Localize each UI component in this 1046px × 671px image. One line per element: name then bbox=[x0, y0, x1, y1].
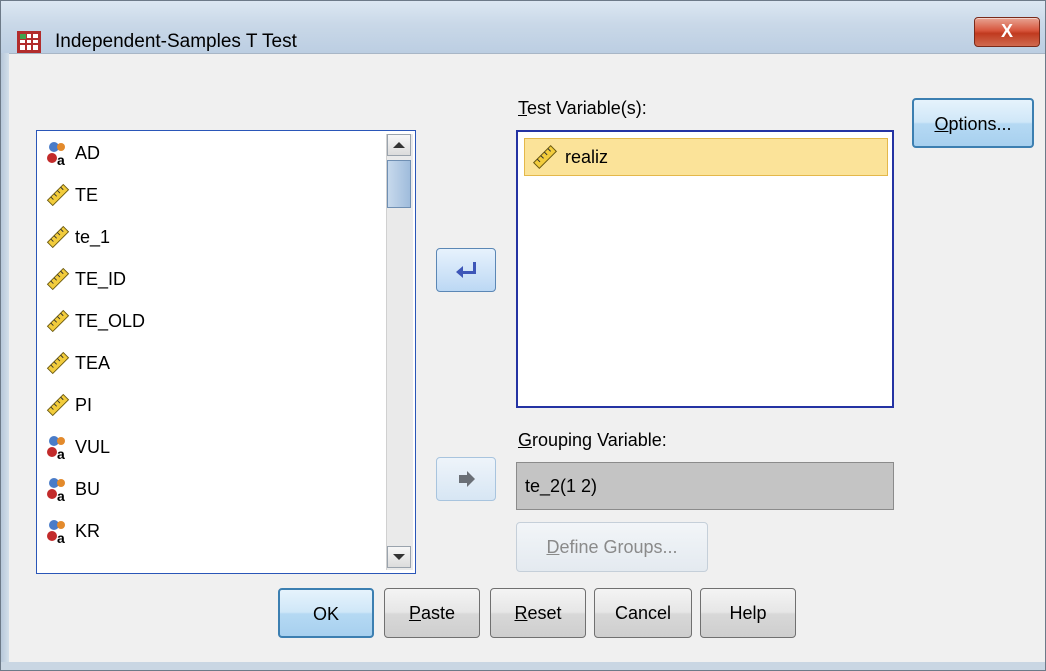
options-button[interactable]: Options... bbox=[912, 98, 1034, 148]
source-variable-label: TE_ID bbox=[75, 268, 127, 289]
source-variable-label: PI bbox=[75, 394, 93, 415]
nominal-variable-icon: a bbox=[45, 140, 71, 168]
source-variable-item[interactable]: a KR bbox=[45, 511, 100, 551]
scroll-down-button[interactable] bbox=[387, 546, 411, 568]
window-frame-left bbox=[1, 53, 9, 670]
scale-ruler-icon bbox=[45, 266, 71, 292]
scroll-thumb[interactable] bbox=[387, 160, 411, 208]
move-to-grouping-variable-button[interactable] bbox=[436, 457, 496, 501]
test-variable-label: realiz bbox=[565, 146, 609, 167]
source-variable-item[interactable]: a BU bbox=[45, 469, 100, 509]
nominal-variable-icon: a bbox=[45, 476, 71, 504]
define-groups-button[interactable]: Define Groups... bbox=[516, 522, 708, 572]
source-variable-item[interactable]: PI bbox=[45, 385, 92, 425]
nominal-variable-icon: a bbox=[45, 434, 71, 462]
scroll-up-button[interactable] bbox=[387, 134, 411, 156]
cancel-button[interactable]: Cancel bbox=[594, 588, 692, 638]
test-variables-list[interactable]: realiz bbox=[516, 130, 894, 408]
title-bar[interactable]: Independent-Samples T Test X bbox=[1, 1, 1045, 54]
scale-ruler-icon bbox=[45, 392, 71, 418]
svg-text:a: a bbox=[57, 446, 65, 460]
source-variable-item[interactable]: TEA bbox=[45, 343, 110, 383]
source-variable-list[interactable]: a AD TE te_1 TE_ID TE_OLD TEA PI a VUL a BU a KR bbox=[36, 130, 416, 574]
svg-text:a: a bbox=[57, 488, 65, 502]
source-variable-item[interactable]: TE bbox=[45, 175, 98, 215]
source-variable-label: VUL bbox=[75, 436, 111, 457]
move-right-arrow-icon bbox=[459, 471, 475, 487]
scale-ruler-icon bbox=[45, 308, 71, 334]
window-title: Independent-Samples T Test bbox=[55, 31, 297, 52]
paste-button[interactable]: Paste bbox=[384, 588, 480, 638]
spss-dialog-icon bbox=[17, 31, 41, 53]
grouping-variable-label: Grouping Variable: bbox=[518, 430, 667, 450]
source-variable-label: TEA bbox=[75, 352, 111, 373]
source-variable-item[interactable]: TE_OLD bbox=[45, 301, 145, 341]
nominal-variable-icon: a bbox=[45, 518, 71, 546]
test-variable-item[interactable]: realiz bbox=[524, 138, 888, 176]
source-list-scrollbar[interactable] bbox=[386, 134, 413, 570]
grouping-variable-field[interactable]: te_2(1 2) bbox=[516, 462, 894, 510]
source-variable-label: TE bbox=[75, 184, 99, 205]
move-left-arrow-icon bbox=[456, 262, 476, 278]
test-variables-label: Test Variable(s): bbox=[518, 98, 647, 118]
move-to-test-variables-button[interactable] bbox=[436, 248, 496, 292]
ok-button[interactable]: OK bbox=[278, 588, 374, 638]
svg-text:a: a bbox=[57, 152, 65, 166]
source-variable-label: AD bbox=[75, 142, 101, 163]
source-variable-label: KR bbox=[75, 520, 101, 541]
close-button[interactable]: X bbox=[974, 17, 1040, 47]
source-variable-item[interactable]: TE_ID bbox=[45, 259, 126, 299]
reset-button[interactable]: Reset bbox=[490, 588, 586, 638]
scale-ruler-icon bbox=[45, 182, 71, 208]
source-variable-label: te_1 bbox=[75, 226, 111, 247]
scale-ruler-icon bbox=[532, 144, 558, 170]
source-variable-label: BU bbox=[75, 478, 101, 499]
scroll-up-icon bbox=[393, 142, 405, 148]
window-frame-bottom bbox=[1, 662, 1045, 670]
scale-ruler-icon bbox=[45, 350, 71, 376]
help-button[interactable]: Help bbox=[700, 588, 796, 638]
source-variable-label: TE_OLD bbox=[75, 310, 146, 331]
svg-text:a: a bbox=[57, 530, 65, 544]
scroll-down-icon bbox=[393, 554, 405, 560]
scale-ruler-icon bbox=[45, 224, 71, 250]
source-variable-item[interactable]: a VUL bbox=[45, 427, 110, 467]
source-variable-item[interactable]: a AD bbox=[45, 133, 100, 173]
source-variable-item[interactable]: te_1 bbox=[45, 217, 110, 257]
